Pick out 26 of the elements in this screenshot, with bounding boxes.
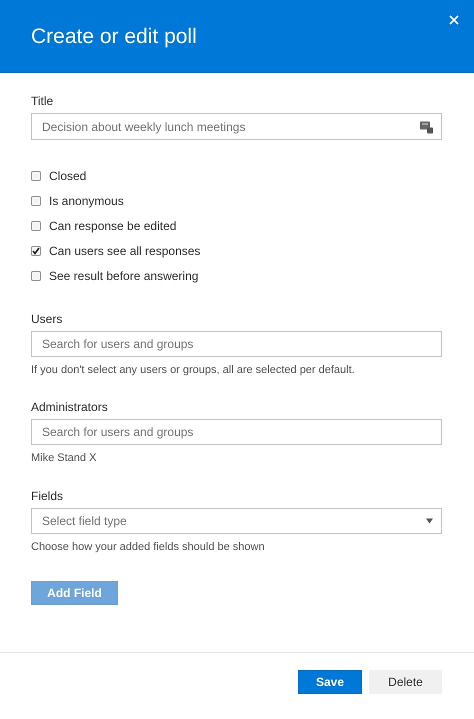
input-field[interactable]: Search for users and groups <box>31 331 442 357</box>
checkbox[interactable] <box>31 246 41 256</box>
field-label: Title <box>31 93 54 109</box>
dropdown-field[interactable]: Select field type <box>31 508 442 534</box>
checkbox-label: Can response be edited <box>49 218 176 234</box>
keyboard-icon[interactable] <box>420 120 433 133</box>
checkbox-label: Can users see all responses <box>49 242 200 258</box>
field-label: Users <box>31 311 62 327</box>
field-label: Administrators <box>31 399 108 415</box>
selected-user: Mike Stand X <box>31 451 96 466</box>
delete-button[interactable]: Delete <box>369 670 442 694</box>
checkbox[interactable] <box>31 220 41 230</box>
dropdown-arrow-icon[interactable] <box>426 518 433 524</box>
field-label: Fields <box>31 488 64 504</box>
checkbox-label: Closed <box>49 168 86 184</box>
checkbox[interactable] <box>31 270 41 280</box>
input-field[interactable]: Decision about weekly lunch meetings <box>31 113 442 140</box>
help-text: Choose how your added fields should be shown <box>31 540 265 555</box>
save-button[interactable]: Save <box>298 670 362 694</box>
dialog-title: Create or edit poll <box>31 24 197 50</box>
checkbox[interactable] <box>31 170 41 180</box>
help-text: If you don't select any users or groups, all are selected per default. <box>31 363 355 378</box>
checkbox-label: See result before answering <box>49 268 198 284</box>
checkbox[interactable] <box>31 196 41 206</box>
input-field[interactable]: Search for users and groups <box>31 419 442 445</box>
checkbox-label: Is anonymous <box>49 192 124 208</box>
